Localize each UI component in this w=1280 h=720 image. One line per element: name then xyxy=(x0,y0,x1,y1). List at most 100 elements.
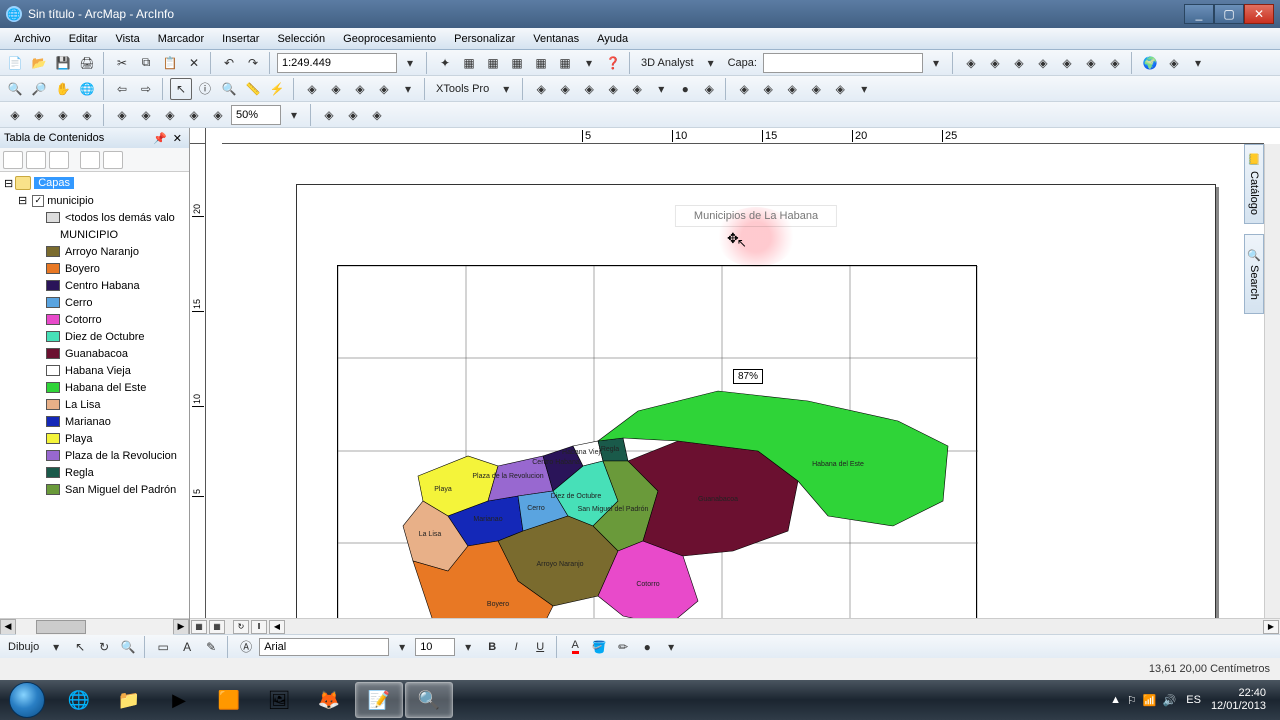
pause-button[interactable]: ‖ xyxy=(251,620,267,634)
z4-icon[interactable]: ◈ xyxy=(805,78,827,100)
zoom-combo[interactable]: 50% xyxy=(231,105,281,125)
select-icon[interactable]: ↖ xyxy=(170,78,192,100)
italic-button[interactable]: I xyxy=(505,636,527,658)
y4-icon[interactable]: ◈ xyxy=(602,78,624,100)
map-frame[interactable]: PlayaLa LisaMarianaoPlaza de la Revoluci… xyxy=(337,265,977,618)
find-icon[interactable]: 🔍 xyxy=(218,78,240,100)
t6-icon[interactable]: ◈ xyxy=(1080,52,1102,74)
legend-item[interactable]: Plaza de la Revolucion xyxy=(2,447,187,464)
legend-item[interactable]: Boyero xyxy=(2,260,187,277)
tree-default[interactable]: <todos los demás valo xyxy=(2,209,187,226)
xa-icon[interactable]: ◈ xyxy=(301,78,323,100)
draw-edit-icon[interactable]: ✎ xyxy=(200,636,222,658)
region-regla[interactable] xyxy=(598,438,628,461)
xe-icon[interactable]: ▾ xyxy=(397,78,419,100)
draw-rotate-icon[interactable]: ↻ xyxy=(93,636,115,658)
menu-archivo[interactable]: Archivo xyxy=(6,31,59,47)
toc-view2-icon[interactable] xyxy=(26,151,46,169)
draw-zoom-icon[interactable]: 🔍 xyxy=(117,636,139,658)
toc-view5-icon[interactable] xyxy=(103,151,123,169)
hyperlink-icon[interactable]: ⚡ xyxy=(266,78,288,100)
scale-dropdown-icon[interactable]: ▾ xyxy=(399,52,421,74)
legend-item[interactable]: Arroyo Naranjo xyxy=(2,243,187,260)
tree-root[interactable]: ⊟ Capas xyxy=(2,174,187,192)
more-dropdown-icon[interactable]: ▾ xyxy=(660,636,682,658)
legend-item[interactable]: Habana del Este xyxy=(2,379,187,396)
tool-e-icon[interactable]: ▦ xyxy=(530,52,552,74)
size-combo[interactable]: 10 xyxy=(415,638,455,656)
legend-item[interactable]: San Miguel del Padrón xyxy=(2,481,187,498)
legend-item[interactable]: Habana Vieja xyxy=(2,362,187,379)
l3-icon[interactable]: ◈ xyxy=(52,104,74,126)
underline-button[interactable]: U xyxy=(529,636,551,658)
back-icon[interactable]: ⇦ xyxy=(111,78,133,100)
t4-icon[interactable]: ◈ xyxy=(1032,52,1054,74)
tray-clock[interactable]: 22:40 12/01/2013 xyxy=(1211,687,1266,713)
toc-hscroll[interactable]: ◀ ▶ xyxy=(0,618,189,634)
menu-ventanas[interactable]: Ventanas xyxy=(525,31,587,47)
taskbar-ie[interactable]: 🌐 xyxy=(55,682,103,718)
taskbar-explorer[interactable]: 📁 xyxy=(105,682,153,718)
tool-d-icon[interactable]: ▦ xyxy=(506,52,528,74)
map-regions[interactable]: PlayaLa LisaMarianaoPlaza de la Revoluci… xyxy=(403,391,948,618)
toc-view3-icon[interactable] xyxy=(49,151,69,169)
l7-icon[interactable]: ◈ xyxy=(159,104,181,126)
z5-icon[interactable]: ◈ xyxy=(829,78,851,100)
tool-f-icon[interactable]: ▦ xyxy=(554,52,576,74)
tool-a-icon[interactable]: ✦ xyxy=(434,52,456,74)
toc-view4-icon[interactable] xyxy=(80,151,100,169)
scale-combo[interactable]: 1:249.449 xyxy=(277,53,397,73)
y6-icon[interactable]: ▾ xyxy=(650,78,672,100)
xb-icon[interactable]: ◈ xyxy=(325,78,347,100)
refresh-button[interactable]: ↻ xyxy=(233,620,249,634)
scroll-left-icon[interactable]: ◀ xyxy=(0,619,16,635)
y1-icon[interactable]: ◈ xyxy=(530,78,552,100)
tool-g-icon[interactable]: ▾ xyxy=(578,52,600,74)
menu-selección[interactable]: Selección xyxy=(269,31,333,47)
capa-dropdown-icon[interactable]: ▾ xyxy=(925,52,947,74)
t1-icon[interactable]: ◈ xyxy=(960,52,982,74)
analyst-dropdown-icon[interactable]: ▾ xyxy=(700,52,722,74)
xc-icon[interactable]: ◈ xyxy=(349,78,371,100)
close-button[interactable]: ✕ xyxy=(1244,4,1274,24)
identify-icon[interactable]: ⓘ xyxy=(194,78,216,100)
y8-icon[interactable]: ◈ xyxy=(698,78,720,100)
help-icon[interactable]: ❓ xyxy=(602,52,624,74)
legend-item[interactable]: Playa xyxy=(2,430,187,447)
z6-icon[interactable]: ▾ xyxy=(853,78,875,100)
xd-icon[interactable]: ◈ xyxy=(373,78,395,100)
y5-icon[interactable]: ◈ xyxy=(626,78,648,100)
fontcolor-button[interactable]: A xyxy=(564,636,586,658)
toc-close-icon[interactable]: ✕ xyxy=(170,132,185,145)
menu-geoprocesamiento[interactable]: Geoprocesamiento xyxy=(335,31,444,47)
canvas-vscroll[interactable] xyxy=(1264,144,1280,618)
tray-flag-icon[interactable]: ▲ xyxy=(1110,694,1121,707)
paste-icon[interactable]: 📋 xyxy=(159,52,181,74)
m3-icon[interactable]: ◈ xyxy=(366,104,388,126)
tool-c-icon[interactable]: ▦ xyxy=(482,52,504,74)
prev-button[interactable]: ◀ xyxy=(269,620,285,634)
legend-item[interactable]: La Lisa xyxy=(2,396,187,413)
y3-icon[interactable]: ◈ xyxy=(578,78,600,100)
menu-editar[interactable]: Editar xyxy=(61,31,106,47)
fwd-icon[interactable]: ⇨ xyxy=(135,78,157,100)
m1-icon[interactable]: ◈ xyxy=(318,104,340,126)
l9-icon[interactable]: ◈ xyxy=(207,104,229,126)
scroll-thumb[interactable] xyxy=(36,620,86,634)
catalog-tab[interactable]: 📒 Catálogo xyxy=(1244,144,1264,224)
pan-icon[interactable]: ✋ xyxy=(52,78,74,100)
m2-icon[interactable]: ◈ xyxy=(342,104,364,126)
toc-tree[interactable]: ⊟ Capas ⊟ ✓ municipio <todos los demás v… xyxy=(0,172,189,618)
hscroll-right-icon[interactable]: ▶ xyxy=(1263,620,1279,634)
redo-icon[interactable]: ↷ xyxy=(242,52,264,74)
font-dropdown-icon[interactable]: ▾ xyxy=(391,636,413,658)
markercolor-button[interactable]: ● xyxy=(636,636,658,658)
undo-icon[interactable]: ↶ xyxy=(218,52,240,74)
minimize-button[interactable]: _ xyxy=(1184,4,1214,24)
t7-icon[interactable]: ◈ xyxy=(1104,52,1126,74)
z2-icon[interactable]: ◈ xyxy=(757,78,779,100)
taskbar-arcmap[interactable]: 🔍 xyxy=(405,682,453,718)
xtools-dropdown-icon[interactable]: ▾ xyxy=(495,78,517,100)
linecolor-button[interactable]: ✏ xyxy=(612,636,634,658)
save-icon[interactable]: 💾 xyxy=(52,52,74,74)
